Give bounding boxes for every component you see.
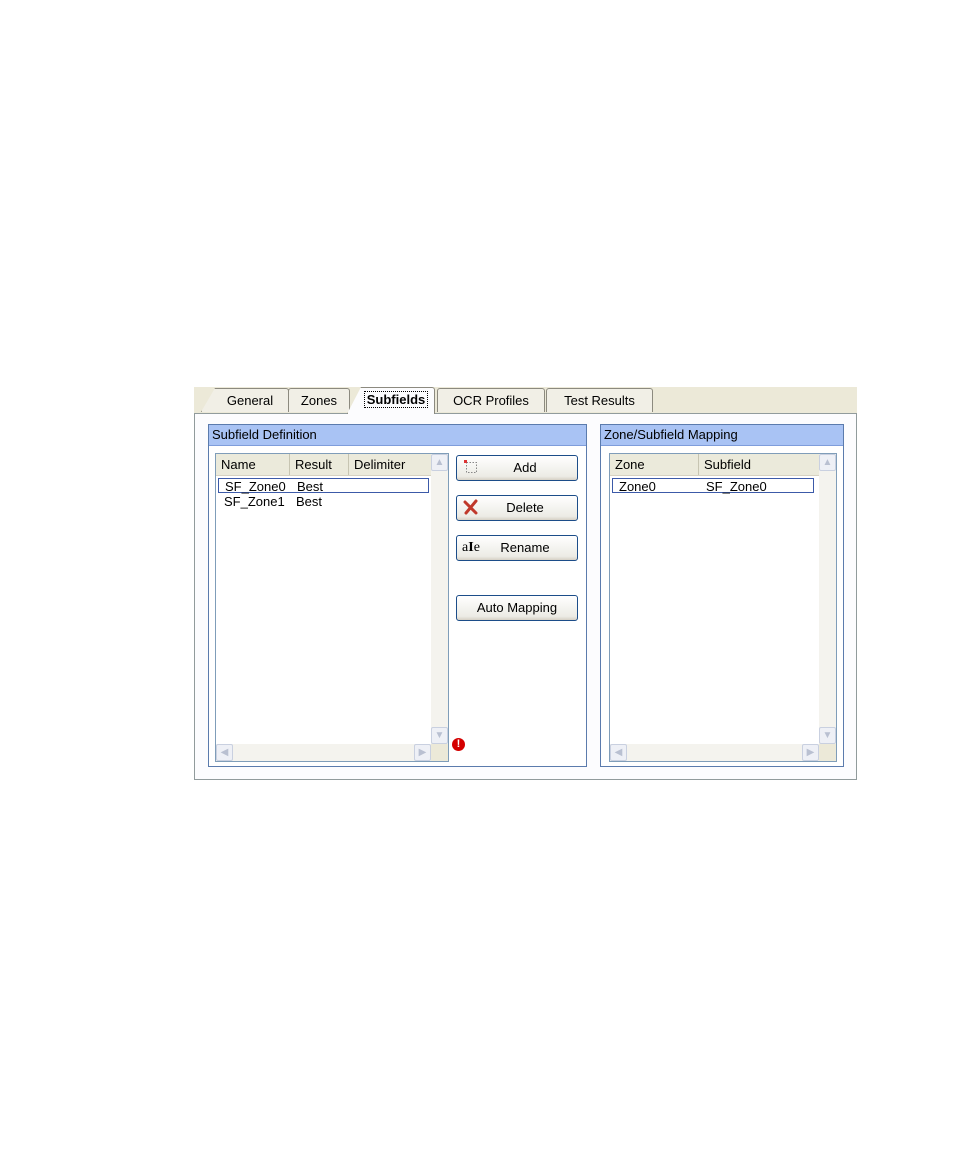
mapping-zone-cell: Zone0: [619, 479, 656, 494]
subfields-dialog: General Zones Subfields OCR Profiles Tes…: [194, 387, 857, 780]
error-exclamation-icon: !: [452, 738, 465, 751]
column-header-zone[interactable]: Zone: [610, 454, 699, 475]
subfield-list-header: Name Result Delimiter: [216, 454, 431, 476]
chevron-left-icon[interactable]: ◀: [216, 744, 233, 761]
subfield-list-horizontal-scrollbar[interactable]: ◀ ▶: [216, 744, 431, 761]
subfield-name-cell: SF_Zone0: [225, 479, 286, 494]
subfield-row[interactable]: SF_Zone0 Best: [218, 478, 429, 494]
new-item-icon: [462, 459, 480, 477]
mapping-row[interactable]: Zone0 SF_Zone0: [612, 478, 814, 494]
tab-general[interactable]: General: [201, 388, 289, 412]
tab-ocr-profiles[interactable]: OCR Profiles: [437, 388, 545, 412]
delete-button[interactable]: Delete: [456, 495, 578, 521]
subfield-row[interactable]: SF_Zone1 Best: [218, 494, 429, 509]
rename-text-cursor-icon: aIe: [462, 540, 480, 555]
subfield-definition-group: Subfield Definition Name Result Delimite…: [208, 424, 587, 767]
column-header-delimiter[interactable]: Delimiter: [349, 454, 431, 475]
rename-button-label: Rename: [500, 540, 550, 555]
subfield-list[interactable]: Name Result Delimiter SF_Zone0 Best SF_Z…: [215, 453, 449, 762]
tab-body: Subfield Definition Name Result Delimite…: [194, 413, 857, 780]
auto-mapping-button-label: Auto Mapping: [476, 600, 558, 615]
chevron-right-icon[interactable]: ▶: [414, 744, 431, 761]
chevron-up-icon[interactable]: ▲: [819, 454, 836, 471]
tab-subfields-label: Subfields: [363, 391, 429, 408]
tab-subfields[interactable]: Subfields: [347, 387, 435, 414]
auto-mapping-button[interactable]: Auto Mapping: [456, 595, 578, 621]
tab-test-results-label: Test Results: [564, 393, 635, 408]
mapping-list[interactable]: Zone Subfield Zone0 SF_Zone0 ▲ ▼ ◀ ▶: [609, 453, 837, 762]
subfield-definition-title: Subfield Definition: [209, 425, 586, 446]
tab-zones[interactable]: Zones: [288, 388, 350, 412]
mapping-list-horizontal-scrollbar[interactable]: ◀ ▶: [610, 744, 819, 761]
mapping-subfield-cell: SF_Zone0: [706, 479, 767, 494]
delete-button-label: Delete: [506, 500, 544, 515]
mapping-list-header: Zone Subfield: [610, 454, 819, 476]
chevron-down-icon[interactable]: ▼: [431, 727, 448, 744]
tab-strip: General Zones Subfields OCR Profiles Tes…: [194, 387, 857, 414]
column-header-name[interactable]: Name: [216, 454, 290, 475]
add-button[interactable]: Add: [456, 455, 578, 481]
subfield-result-cell: Best: [296, 494, 323, 509]
column-header-subfield[interactable]: Subfield: [699, 454, 819, 475]
rename-button[interactable]: aIe Rename: [456, 535, 578, 561]
mapping-list-vertical-scrollbar[interactable]: ▲ ▼: [819, 454, 836, 744]
add-button-label: Add: [513, 460, 537, 475]
tab-test-results[interactable]: Test Results: [546, 388, 653, 412]
chevron-right-icon[interactable]: ▶: [802, 744, 819, 761]
zone-subfield-mapping-title: Zone/Subfield Mapping: [601, 425, 843, 446]
chevron-up-icon[interactable]: ▲: [431, 454, 448, 471]
chevron-left-icon[interactable]: ◀: [610, 744, 627, 761]
scrollbar-corner: [819, 744, 836, 761]
column-header-result[interactable]: Result: [290, 454, 349, 475]
subfield-name-cell: SF_Zone1: [224, 494, 285, 509]
chevron-down-icon[interactable]: ▼: [819, 727, 836, 744]
zone-subfield-mapping-group: Zone/Subfield Mapping Zone Subfield Zone…: [600, 424, 844, 767]
scrollbar-corner: [431, 744, 448, 761]
tab-general-label: General: [226, 393, 274, 408]
tab-ocr-profiles-label: OCR Profiles: [453, 393, 529, 408]
tab-zones-label: Zones: [300, 393, 338, 408]
subfield-result-cell: Best: [297, 479, 324, 494]
red-x-icon: [462, 499, 480, 517]
subfield-list-vertical-scrollbar[interactable]: ▲ ▼: [431, 454, 448, 744]
